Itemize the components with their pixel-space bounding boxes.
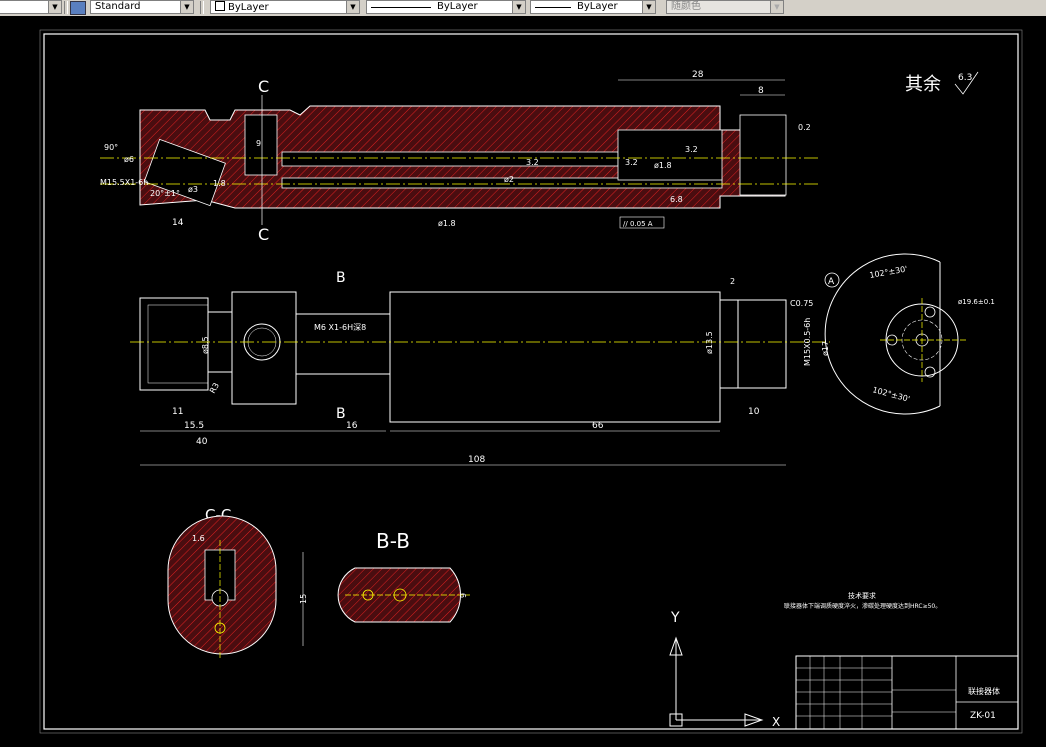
dim-108: 108: [468, 455, 485, 465]
thread-m15-5: M15.5X1-6h: [100, 178, 148, 187]
roughness-note: 其余: [905, 74, 941, 95]
cut-label-c-top: C: [258, 77, 269, 96]
dim-8: 8: [758, 86, 764, 96]
dim-15: 15: [299, 594, 308, 604]
chevron-down-icon: ▼: [48, 1, 61, 13]
plot-style-select[interactable]: 随颜色 ▼: [666, 0, 784, 14]
chevron-down-icon: ▼: [346, 1, 359, 13]
ucs-icon: Y X: [669, 610, 780, 729]
tech-req-text: 联接器体下端调质硬度淬火，渗碳处理硬度达到HRC≥50。: [784, 602, 941, 610]
dim-9: 9: [256, 139, 261, 148]
dim-r3: R3: [208, 381, 221, 395]
dim-angle-20: 20°±1°: [150, 189, 180, 198]
toolbar-separator: [64, 1, 68, 14]
cut-label-b-top: B: [336, 270, 346, 286]
dim-dia-1-8-a: ø1.8: [654, 161, 672, 170]
chevron-down-icon: ▼: [180, 1, 193, 13]
lineweight-select[interactable]: ByLayer ▼: [530, 0, 656, 14]
dim-dia-13-5: ø13.5: [705, 331, 714, 354]
dim-90-deg: 90°: [104, 143, 118, 152]
dim-dia-1-8-b: ø1.8: [438, 219, 456, 228]
tolerance-frame: // 0.05 A: [623, 220, 653, 228]
dim-40: 40: [196, 437, 208, 447]
chamfer-c0-75: C0.75: [790, 299, 813, 308]
lineweight-value: ByLayer: [577, 1, 618, 12]
dim-16: 16: [346, 421, 358, 431]
toolbar-dropdown-left[interactable]: ▼: [0, 0, 62, 14]
plot-style-value: 随颜色: [671, 1, 701, 12]
linetype-preview: [371, 7, 431, 8]
section-cc: C-C 1.6 15: [167, 506, 308, 660]
dim-dia-19-6: ø19.6±0.1: [958, 298, 995, 306]
roughness-3-2-a: 3.2: [685, 145, 698, 154]
tech-req-title: 技术要求: [848, 591, 876, 600]
dim-0-2: 0.2: [798, 123, 811, 132]
properties-toolbar: ▼ Standard ▼ ByLayer ▼ ByLayer ▼ ByLayer ▼ 随…: [0, 0, 1046, 17]
title-block: 联接器体 ZK-01: [795, 655, 1019, 730]
dim-28: 28: [692, 70, 704, 80]
dim-dia-8-5: ø8.5: [201, 336, 210, 354]
roughness-3-2-b: 3.2: [625, 158, 638, 167]
ucs-axis-y: Y: [670, 610, 680, 626]
roughness-6-8: 6.8: [670, 195, 683, 204]
middle-view: B B M6 X1-6H深8 11 15.5 40 16 66 10 108 2…: [130, 270, 840, 466]
dim-angle-102-bottom: 102°±30': [871, 385, 910, 404]
section-bb-title: B-B: [376, 529, 410, 553]
color-swatch-icon: [215, 1, 225, 11]
title-part-name: 联接器体: [968, 686, 1000, 696]
chevron-down-icon: ▼: [770, 1, 783, 13]
text-style-select[interactable]: Standard ▼: [90, 0, 194, 14]
linetype-select[interactable]: ByLayer ▼: [366, 0, 526, 14]
dim-9-bb: 9: [459, 593, 468, 598]
chevron-down-icon: ▼: [642, 1, 655, 13]
cut-label-c-bottom: C: [258, 225, 269, 244]
dim-2: 2: [730, 277, 735, 286]
dim-1-8: 1.8: [213, 179, 226, 188]
color-select[interactable]: ByLayer ▼: [210, 0, 360, 14]
dim-11: 11: [172, 407, 183, 417]
color-value: ByLayer: [228, 2, 269, 13]
dim-dia-6: ø6: [124, 155, 134, 164]
text-style-value: Standard: [95, 1, 141, 12]
dim-dia-2: ø2: [504, 175, 514, 184]
ucs-axis-x: X: [772, 715, 780, 729]
cut-label-b-bottom: B: [336, 406, 346, 422]
dim-14: 14: [172, 218, 184, 228]
drawing-canvas[interactable]: C C 28 8 0.2 3.2 3.2 3.2 ø1.8 ø1.8 ø2 6.…: [0, 16, 1046, 743]
dim-10: 10: [748, 407, 760, 417]
roughness-default: 6.3: [958, 73, 972, 83]
chevron-down-icon: ▼: [512, 1, 525, 13]
drawing-svg[interactable]: C C 28 8 0.2 3.2 3.2 3.2 ø1.8 ø1.8 ø2 6.…: [0, 16, 1046, 743]
front-section-view: C C 28 8 0.2 3.2 3.2 3.2 ø1.8 ø1.8 ø2 6.…: [100, 70, 979, 244]
linetype-value: ByLayer: [437, 1, 478, 12]
datum-a: A: [828, 277, 835, 287]
toolbar-separator: [200, 1, 204, 14]
section-bb: B-B 9: [337, 529, 470, 623]
roughness-3-2-c: 3.2: [526, 158, 539, 167]
side-view: 102°±30' 102°±30' ø19.6±0.1: [824, 253, 995, 415]
thread-m6: M6 X1-6H深8: [314, 323, 366, 332]
dim-angle-102-top: 102°±30': [869, 264, 908, 280]
thread-m15x0-5: M15X0.5-6h: [803, 318, 812, 366]
lineweight-preview: [535, 7, 571, 8]
dim-15-5: 15.5: [184, 421, 204, 431]
drawing-number: ZK-01: [970, 711, 996, 721]
dim-dia-3: ø3: [188, 185, 198, 194]
dim-66: 66: [592, 421, 604, 431]
text-style-icon[interactable]: [70, 1, 86, 15]
dim-1-6: 1.6: [192, 534, 205, 543]
